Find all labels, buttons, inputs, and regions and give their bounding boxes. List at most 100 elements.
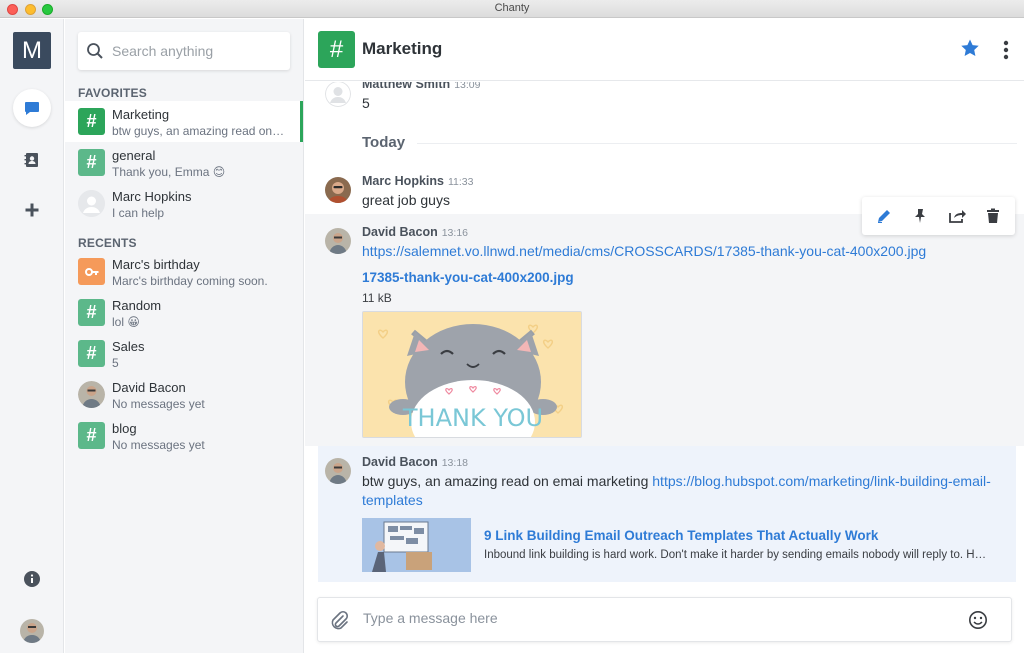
channel-sidebar: FAVORITES # Marketing btw guys, an amazi… [65, 19, 304, 653]
search-box[interactable] [78, 32, 290, 70]
sidebar-item-marketing[interactable]: # Marketing btw guys, an amazing read on… [65, 101, 303, 142]
contact-name: Marc Hopkins [112, 189, 192, 204]
recents-heading: RECENTS [78, 236, 137, 250]
more-options-button[interactable] [1003, 40, 1009, 63]
message-text: great job guys [362, 192, 450, 208]
channel-last-message: lol 😀 [112, 315, 140, 329]
key-icon [78, 258, 105, 285]
search-icon [87, 43, 103, 59]
favorites-heading: FAVORITES [78, 86, 147, 100]
message-actions-toolbar [862, 197, 1015, 235]
search-input[interactable] [112, 43, 282, 59]
sidebar-item-david-bacon[interactable]: David Bacon No messages yet [65, 374, 303, 415]
channel-name: Marketing [112, 107, 170, 122]
pin-message-button[interactable] [907, 203, 933, 229]
channel-hash-icon: # [318, 31, 355, 68]
channel-name: Marc's birthday [112, 257, 200, 272]
avatar [325, 82, 351, 107]
vertical-dots-icon [1003, 40, 1009, 60]
link-preview-thumbnail [362, 518, 471, 572]
message-link[interactable]: https://blog.hubspot.com/marketing/link-… [652, 473, 991, 489]
sidebar-item-general[interactable]: # general Thank you, Emma 😊 [65, 142, 303, 183]
plus-icon [25, 203, 39, 217]
contact-name: David Bacon [112, 380, 186, 395]
hash-icon: # [78, 149, 105, 176]
default-avatar-icon [325, 82, 351, 107]
channel-last-message: Marc's birthday coming soon. [112, 274, 268, 288]
message-list[interactable]: Matthew Smith 13:09 5 Today Marc Hopkins 1… [305, 82, 1024, 592]
day-separator: Today [362, 134, 406, 151]
sidebar-item-marc-hopkins[interactable]: Marc Hopkins I can help [65, 183, 303, 224]
page-title: Marketing [362, 39, 443, 58]
image-caption: THANK YOU [402, 404, 543, 432]
info-button[interactable] [13, 560, 51, 598]
sidebar-item-sales[interactable]: # Sales 5 [65, 333, 303, 374]
add-button[interactable] [13, 191, 51, 229]
message-text: 5 [362, 95, 370, 111]
attachment-image[interactable]: THANK YOU [362, 311, 582, 438]
avatar [325, 458, 351, 484]
channel-name: general [112, 148, 156, 163]
message-author: Marc Hopkins 11:33 [362, 174, 474, 188]
channel-name: Random [112, 298, 162, 313]
message-time: 13:18 [441, 457, 468, 469]
delete-message-button[interactable] [980, 203, 1006, 229]
sidebar-item-marcs-birthday[interactable]: Marc's birthday Marc's birthday coming s… [65, 251, 303, 292]
pencil-icon [878, 210, 891, 223]
message-time: 11:33 [447, 176, 474, 188]
share-message-button[interactable] [944, 203, 970, 229]
message-input[interactable] [363, 610, 943, 626]
channel-last-message: 5 [112, 356, 119, 370]
info-icon [24, 571, 40, 587]
attachment-file-name[interactable]: 17385-thank-you-cat-400x200.jpg [362, 270, 574, 285]
channel-last-message: No messages yet [112, 438, 205, 452]
attachment-file-size: 11 kB [362, 291, 392, 305]
user-photo-icon [325, 228, 351, 254]
user-photo-icon [325, 177, 351, 203]
workspace-button[interactable]: M [13, 32, 51, 69]
share-icon [948, 210, 966, 223]
link-preview-card[interactable]: 9 Link Building Email Outreach Templates… [362, 518, 992, 572]
channel-last-message: Thank you, Emma 😊 [112, 165, 226, 179]
avatar [325, 177, 351, 203]
star-icon [961, 39, 979, 56]
message-link-continued[interactable]: templates [362, 492, 423, 508]
user-photo-icon [325, 458, 351, 484]
contact-last-message: No messages yet [112, 397, 205, 411]
smiley-icon [969, 611, 987, 629]
edit-message-button[interactable] [871, 203, 897, 229]
channel-last-message: btw guys, an amazing read on emai market… [112, 124, 287, 138]
conversations-button[interactable] [13, 89, 51, 127]
message-author: Matthew Smith 13:09 [362, 82, 480, 91]
window-titlebar: Chanty [0, 0, 1024, 18]
day-separator-line [417, 143, 1017, 144]
message-text: btw guys, an amazing read on emai market… [362, 473, 991, 489]
message-author: David Bacon 13:18 [362, 455, 468, 469]
channel-name: Sales [112, 339, 145, 354]
message-composer[interactable] [317, 597, 1012, 642]
channel-name: blog [112, 421, 137, 436]
message-time: 13:09 [454, 82, 481, 91]
contacts-button[interactable] [13, 141, 51, 179]
conversation-header: # Marketing [305, 19, 1024, 81]
user-photo-icon [78, 381, 105, 408]
sidebar-item-random[interactable]: # Random lol 😀 [65, 292, 303, 333]
paperclip-icon [331, 610, 349, 630]
app-rail: M [0, 19, 64, 653]
window-title: Chanty [494, 2, 530, 14]
hash-icon: # [78, 422, 105, 449]
current-user-avatar[interactable] [20, 619, 44, 643]
attach-file-button[interactable] [329, 610, 349, 633]
link-preview-title[interactable]: 9 Link Building Email Outreach Templates… [484, 528, 878, 543]
message-link[interactable]: https://salemnet.vo.llnwd.net/media/cms/… [362, 243, 926, 259]
emoji-picker-button[interactable] [968, 610, 988, 633]
thank-you-cat-image: THANK YOU [363, 312, 581, 437]
user-photo-icon [20, 619, 44, 643]
message-author: David Bacon 13:16 [362, 225, 468, 239]
chat-icon [25, 102, 39, 115]
trash-icon [986, 208, 999, 223]
illustration-image [362, 518, 471, 572]
favorite-star-button[interactable] [960, 38, 980, 61]
contact-last-message: I can help [112, 206, 165, 220]
sidebar-item-blog[interactable]: # blog No messages yet [65, 415, 303, 456]
